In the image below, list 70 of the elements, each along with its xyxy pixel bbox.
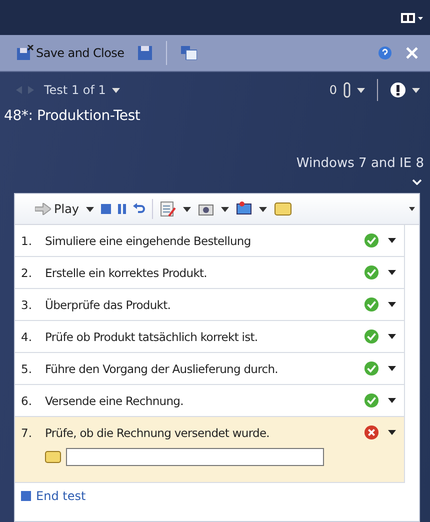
comment-field[interactable] [66,448,324,466]
configuration-label: Windows 7 and IE 8 [295,155,425,171]
step-number: 2. [21,266,33,280]
dropdown-icon[interactable] [183,206,192,212]
save-icon[interactable] [138,46,152,60]
step-text: Simuliere eine eingehende Bestellung [45,234,252,248]
passed-icon[interactable] [364,233,379,248]
step-number: 5. [21,362,33,376]
windows-icon[interactable] [181,46,198,60]
dropdown-icon[interactable] [388,366,396,371]
dropdown-icon[interactable] [388,398,396,403]
step-number: 4. [21,330,33,344]
passed-icon[interactable] [364,297,379,312]
camera-icon[interactable] [198,202,214,216]
test-step-row[interactable]: 6. Versende eine Rechnung. [15,385,405,417]
comment-icon[interactable] [274,202,292,216]
step-text: Versende eine Rechnung. [45,394,184,408]
passed-icon[interactable] [364,393,379,408]
dropdown-icon[interactable] [388,302,396,307]
dropdown-icon[interactable] [357,88,365,92]
step-text: Führe den Vorgang der Auslieferung durch. [45,362,279,376]
test-step-row[interactable]: 1. Simuliere eine eingehende Bestellung [15,225,405,257]
close-icon[interactable] [406,47,418,59]
save-close-icon [16,45,34,61]
stop-icon [21,491,31,501]
test-step-row[interactable]: 3. Überprüfe das Produkt. [15,289,405,321]
layout-icon[interactable] [400,12,424,24]
play-button[interactable]: Play [35,202,80,216]
dropdown-icon[interactable] [112,88,120,92]
test-selector[interactable]: Test 1 of 1 [40,83,106,97]
test-title: 48*: Produktion-Test [3,108,142,124]
dropdown-icon[interactable] [412,88,420,92]
end-test-link[interactable]: End test [21,489,86,503]
step-number: 7. [21,426,33,440]
step-number: 6. [21,394,33,408]
test-step-row[interactable]: 2. Erstelle ein korrektes Produkt. [15,257,405,289]
step-text: Überprüfe das Produkt. [45,298,172,312]
attachment-count: 0 [329,83,337,97]
dropdown-icon[interactable] [86,206,94,212]
dropdown-icon[interactable] [388,238,396,243]
failed-icon[interactable] [364,425,379,440]
passed-icon[interactable] [364,361,379,376]
step-text: Prüfe ob Produkt tatsächlich korrekt ist. [45,330,259,344]
help-icon[interactable] [378,46,392,60]
dropdown-icon[interactable] [259,206,268,212]
pause-icon[interactable] [118,204,126,214]
test-step-row[interactable]: 5. Führe den Vorgang der Auslieferung durch. [15,353,405,385]
paperclip-icon[interactable] [343,82,351,98]
chevron-icon[interactable] [412,179,422,185]
dropdown-icon[interactable] [388,334,396,339]
monitor-icon[interactable] [236,201,252,217]
dropdown-icon[interactable] [221,206,230,212]
overflow-icon[interactable] [409,207,415,211]
dropdown-icon[interactable] [388,430,396,435]
step-text: Erstelle ein korrektes Produkt. [45,266,208,280]
undo-icon[interactable] [133,203,146,215]
passed-icon[interactable] [364,265,379,280]
save-and-close-button[interactable]: Save and Close [16,45,124,61]
stop-icon[interactable] [101,204,112,214]
step-text: Prüfe, ob die Rechnung versendet wurde. [45,426,270,440]
comment-icon [45,451,61,463]
test-step-row[interactable]: 7. Prüfe, ob die Rechnung versendet wurde. [15,417,405,483]
dropdown-icon[interactable] [388,270,396,275]
arrow-icon [35,203,51,215]
test-step-row[interactable]: 4. Prüfe ob Produkt tatsächlich korrekt ist. [15,321,405,353]
step-number: 3. [21,298,33,312]
checklist-icon[interactable] [160,201,176,217]
step-number: 1. [21,234,33,248]
passed-icon[interactable] [364,329,379,344]
info-icon[interactable] [390,82,406,98]
